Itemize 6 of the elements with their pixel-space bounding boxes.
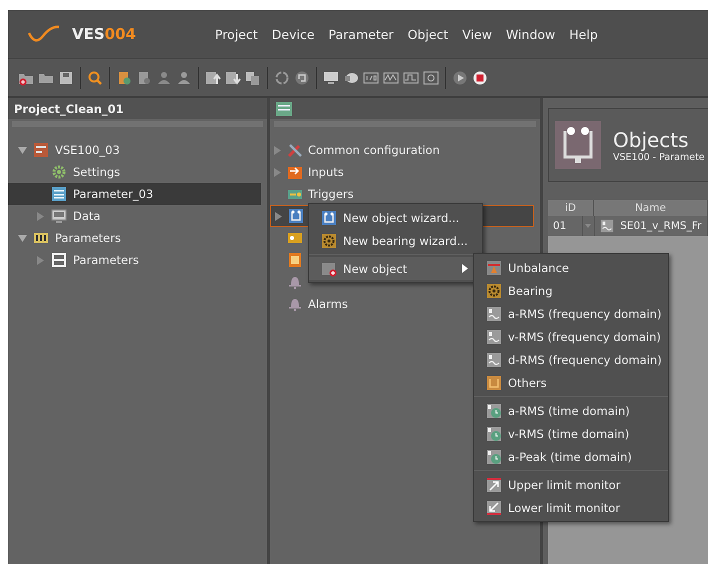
app-logo-text: VES004 — [72, 25, 136, 43]
table-cell: 01 — [548, 216, 583, 236]
panel-subtitle: VSE100 - Paramete — [613, 152, 705, 162]
panel-title: Project_Clean_01 — [14, 102, 124, 116]
panel-title: Objects — [613, 128, 690, 152]
table-cell: SE01_v_RMS_Fr — [595, 216, 708, 236]
